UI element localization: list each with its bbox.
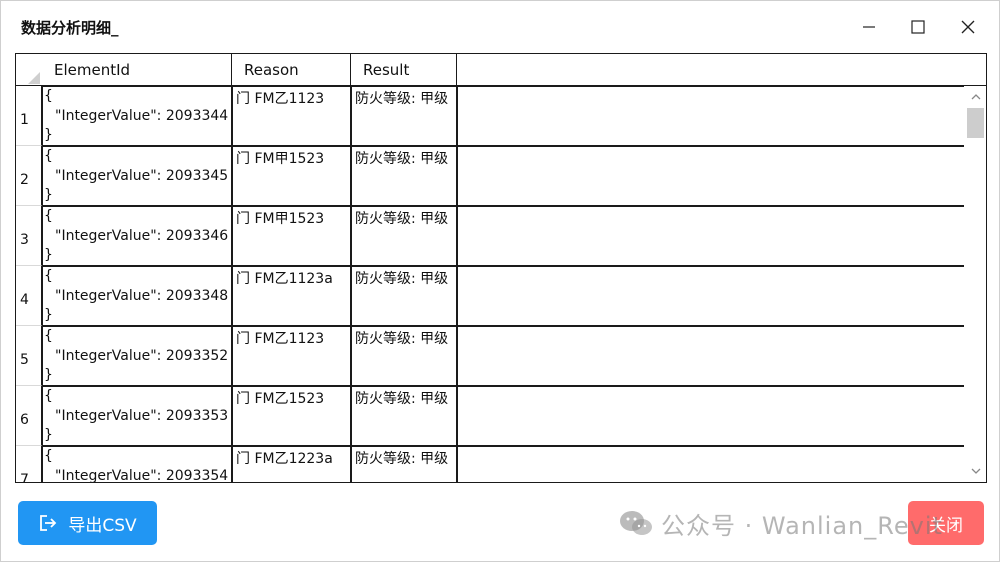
table-row[interactable]: 3 { "IntegerValue": 2093346 } 门 FM甲1523 … <box>16 206 966 266</box>
minimize-button[interactable] <box>854 13 884 41</box>
watermark: 公众号 · Wanlian_Revit <box>619 507 943 540</box>
json-value: "IntegerValue": 2093345 <box>55 167 229 184</box>
cell-reason[interactable]: 门 FM乙1123 <box>232 86 351 146</box>
table-row[interactable]: 7 { "IntegerValue": 2093354 } 门 FM乙1223a… <box>16 446 966 483</box>
corner-triangle-icon <box>28 72 40 84</box>
vertical-scrollbar[interactable] <box>964 86 986 482</box>
maximize-icon <box>911 20 925 34</box>
row-number[interactable]: 7 <box>16 446 42 482</box>
close-window-button[interactable] <box>953 13 983 41</box>
json-value: "IntegerValue": 2093346 <box>55 227 229 244</box>
row-number[interactable]: 3 <box>16 206 42 266</box>
row-number[interactable]: 6 <box>16 386 42 446</box>
cell-filler <box>457 386 966 446</box>
close-icon <box>961 20 975 34</box>
json-value: "IntegerValue": 2093344 <box>55 107 229 124</box>
scroll-down-icon[interactable] <box>970 466 982 476</box>
json-close-brace: } <box>44 127 53 143</box>
json-open-brace: { <box>44 268 53 284</box>
cell-elementid[interactable]: { "IntegerValue": 2093353 } <box>42 386 232 446</box>
cell-filler <box>457 446 966 482</box>
export-csv-button[interactable]: 导出CSV <box>18 501 157 545</box>
json-close-brace: } <box>44 247 53 263</box>
cell-elementid[interactable]: { "IntegerValue": 2093354 } <box>42 446 232 483</box>
table-row[interactable]: 2 { "IntegerValue": 2093345 } 门 FM甲1523 … <box>16 146 966 206</box>
dialog-window: 数据分析明细_ ElementId Reason Result 1 { "Int… <box>0 0 1000 562</box>
table-row[interactable]: 5 { "IntegerValue": 2093352 } 门 FM乙1123 … <box>16 326 966 386</box>
cell-filler <box>457 326 966 386</box>
cell-reason[interactable]: 门 FM乙1123a <box>232 266 351 326</box>
row-number[interactable]: 2 <box>16 146 42 206</box>
scrollbar-thumb[interactable] <box>967 108 984 138</box>
cell-reason[interactable]: 门 FM甲1523 <box>232 146 351 206</box>
json-close-brace: } <box>44 307 53 323</box>
cell-result[interactable]: 防火等级: 甲级 <box>351 386 457 446</box>
table-row[interactable]: 4 { "IntegerValue": 2093348 } 门 FM乙1123a… <box>16 266 966 326</box>
json-value: "IntegerValue": 2093354 <box>55 467 229 483</box>
cell-filler <box>457 86 966 146</box>
cell-reason[interactable]: 门 FM甲1523 <box>232 206 351 266</box>
cell-reason[interactable]: 门 FM乙1523 <box>232 386 351 446</box>
window-title: 数据分析明细_ <box>21 19 119 37</box>
scroll-up-icon[interactable] <box>970 92 982 102</box>
json-open-brace: { <box>44 328 53 344</box>
json-open-brace: { <box>44 208 53 224</box>
json-open-brace: { <box>44 148 53 164</box>
cell-result[interactable]: 防火等级: 甲级 <box>351 146 457 206</box>
json-value: "IntegerValue": 2093348 <box>55 287 229 304</box>
cell-reason[interactable]: 门 FM乙1123 <box>232 326 351 386</box>
cell-elementid[interactable]: { "IntegerValue": 2093348 } <box>42 266 232 326</box>
data-grid[interactable]: ElementId Reason Result 1 { "IntegerValu… <box>15 53 987 483</box>
cell-result[interactable]: 防火等级: 甲级 <box>351 326 457 386</box>
cell-reason[interactable]: 门 FM乙1223a <box>232 446 351 482</box>
json-close-brace: } <box>44 427 53 443</box>
cell-result[interactable]: 防火等级: 甲级 <box>351 206 457 266</box>
cell-elementid[interactable]: { "IntegerValue": 2093345 } <box>42 146 232 206</box>
minimize-icon <box>863 26 875 28</box>
export-icon <box>38 514 58 532</box>
json-open-brace: { <box>44 88 53 104</box>
export-button-label: 导出CSV <box>68 515 137 536</box>
json-open-brace: { <box>44 388 53 404</box>
row-number[interactable]: 4 <box>16 266 42 326</box>
cell-result[interactable]: 防火等级: 甲级 <box>351 446 457 482</box>
column-header-reason[interactable]: Reason <box>232 54 351 86</box>
json-value: "IntegerValue": 2093353 <box>55 407 229 424</box>
cell-filler <box>457 146 966 206</box>
json-close-brace: } <box>44 187 53 203</box>
watermark-text: 公众号 · Wanlian_Revit <box>661 511 943 540</box>
wechat-icon <box>619 509 653 537</box>
column-header-result[interactable]: Result <box>351 54 457 86</box>
json-close-brace: } <box>44 367 53 383</box>
cell-elementid[interactable]: { "IntegerValue": 2093352 } <box>42 326 232 386</box>
json-open-brace: { <box>44 448 53 464</box>
column-header-elementid[interactable]: ElementId <box>42 54 232 86</box>
row-number[interactable]: 5 <box>16 326 42 386</box>
cell-elementid[interactable]: { "IntegerValue": 2093346 } <box>42 206 232 266</box>
maximize-button[interactable] <box>903 13 933 41</box>
cell-result[interactable]: 防火等级: 甲级 <box>351 86 457 146</box>
table-row[interactable]: 1 { "IntegerValue": 2093344 } 门 FM乙1123 … <box>16 86 966 146</box>
json-value: "IntegerValue": 2093352 <box>55 347 229 364</box>
grid-header: ElementId Reason Result <box>16 54 986 86</box>
select-all-corner[interactable] <box>16 54 42 86</box>
cell-result[interactable]: 防火等级: 甲级 <box>351 266 457 326</box>
cell-elementid[interactable]: { "IntegerValue": 2093344 } <box>42 86 232 146</box>
cell-filler <box>457 206 966 266</box>
cell-filler <box>457 266 966 326</box>
table-row[interactable]: 6 { "IntegerValue": 2093353 } 门 FM乙1523 … <box>16 386 966 446</box>
title-bar: 数据分析明细_ <box>1 1 1000 53</box>
row-number[interactable]: 1 <box>16 86 42 146</box>
